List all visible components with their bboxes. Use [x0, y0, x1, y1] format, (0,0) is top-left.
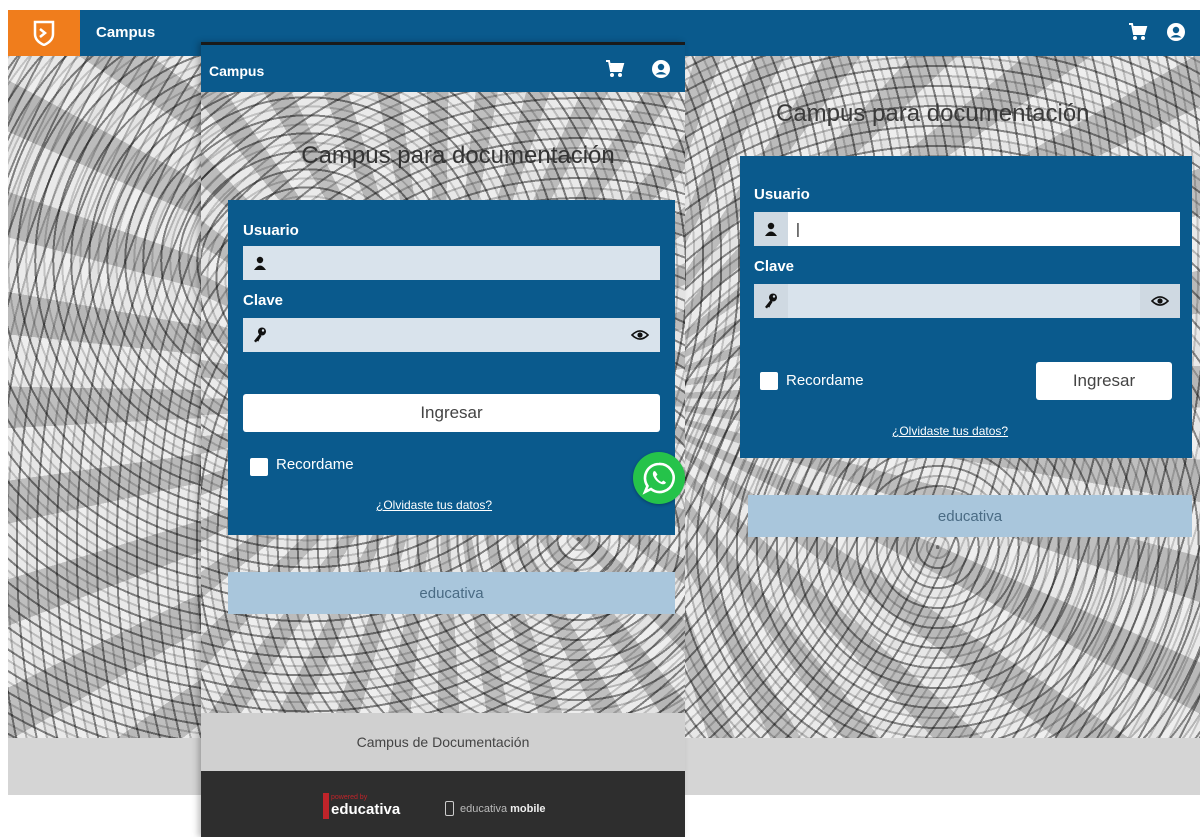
forgot-link[interactable]: ¿Olvidaste tus datos?	[892, 424, 1008, 438]
powered-brand: educativa	[331, 800, 401, 818]
eye-icon[interactable]	[1140, 284, 1180, 318]
key-icon	[754, 284, 788, 318]
clave-input[interactable]	[788, 284, 1140, 318]
mobile-badge-suffix: mobile	[510, 802, 546, 815]
usuario-input[interactable]	[277, 246, 660, 280]
page-title: Campus para documentación	[301, 142, 615, 169]
cart-icon[interactable]	[605, 59, 625, 84]
usuario-label: Usuario	[243, 222, 299, 239]
person-icon	[243, 246, 277, 280]
cart-icon[interactable]	[1128, 22, 1148, 47]
whatsapp-icon[interactable]	[633, 452, 685, 504]
clave-label: Clave	[754, 258, 795, 275]
usuario-field	[243, 246, 660, 280]
educativa-bar[interactable]: educativa	[228, 572, 675, 614]
recordame-label[interactable]: Recordame	[786, 372, 864, 389]
recordame-label[interactable]: Recordame	[276, 456, 354, 473]
educativa-bar[interactable]: educativa	[748, 495, 1192, 537]
powered-by-text: powered by	[331, 793, 368, 801]
person-icon	[754, 212, 788, 246]
campus-logo-icon[interactable]	[8, 10, 80, 56]
ingresar-button[interactable]: Ingresar	[243, 394, 660, 432]
clave-field	[754, 284, 1180, 318]
mobile-topbar: Campus	[201, 42, 685, 92]
recordame-checkbox[interactable]	[250, 458, 268, 476]
educativa-logo[interactable]: powered by educativa	[323, 793, 400, 819]
app-title[interactable]: Campus	[209, 63, 264, 79]
usuario-label: Usuario	[754, 186, 810, 203]
clave-field	[243, 318, 660, 352]
page-title: Campus para documentación	[776, 100, 1090, 127]
mobile-footer: Campus de Documentación	[201, 713, 685, 771]
mobile-badge-prefix: educativa	[460, 802, 508, 815]
clave-input[interactable]	[277, 318, 620, 352]
app-title[interactable]: Campus	[96, 24, 155, 41]
recordame-checkbox[interactable]	[760, 372, 778, 390]
eye-icon[interactable]	[620, 318, 660, 352]
phone-icon	[445, 801, 454, 816]
login-panel: Usuario Clave Recordame Ingresar ¿Olvida…	[740, 156, 1192, 458]
powered-by-bar: powered by educativa educativa mobile	[201, 771, 685, 837]
usuario-input[interactable]	[788, 212, 1180, 246]
mobile-view: Campus Campus para documentación Usuario…	[201, 42, 685, 837]
login-panel: Usuario Clave Ingresar Recordame ¿Olvida…	[228, 200, 675, 535]
clave-label: Clave	[243, 292, 284, 309]
forgot-link[interactable]: ¿Olvidaste tus datos?	[376, 498, 492, 512]
educativa-mobile-badge[interactable]: educativa mobile	[445, 801, 546, 816]
user-circle-icon[interactable]	[651, 59, 671, 84]
screenshot-stage: Campus Campus para documentación Usuario…	[0, 0, 1200, 837]
key-icon	[243, 318, 277, 352]
usuario-field	[754, 212, 1180, 246]
ingresar-button[interactable]: Ingresar	[1036, 362, 1172, 400]
user-circle-icon[interactable]	[1166, 22, 1186, 47]
